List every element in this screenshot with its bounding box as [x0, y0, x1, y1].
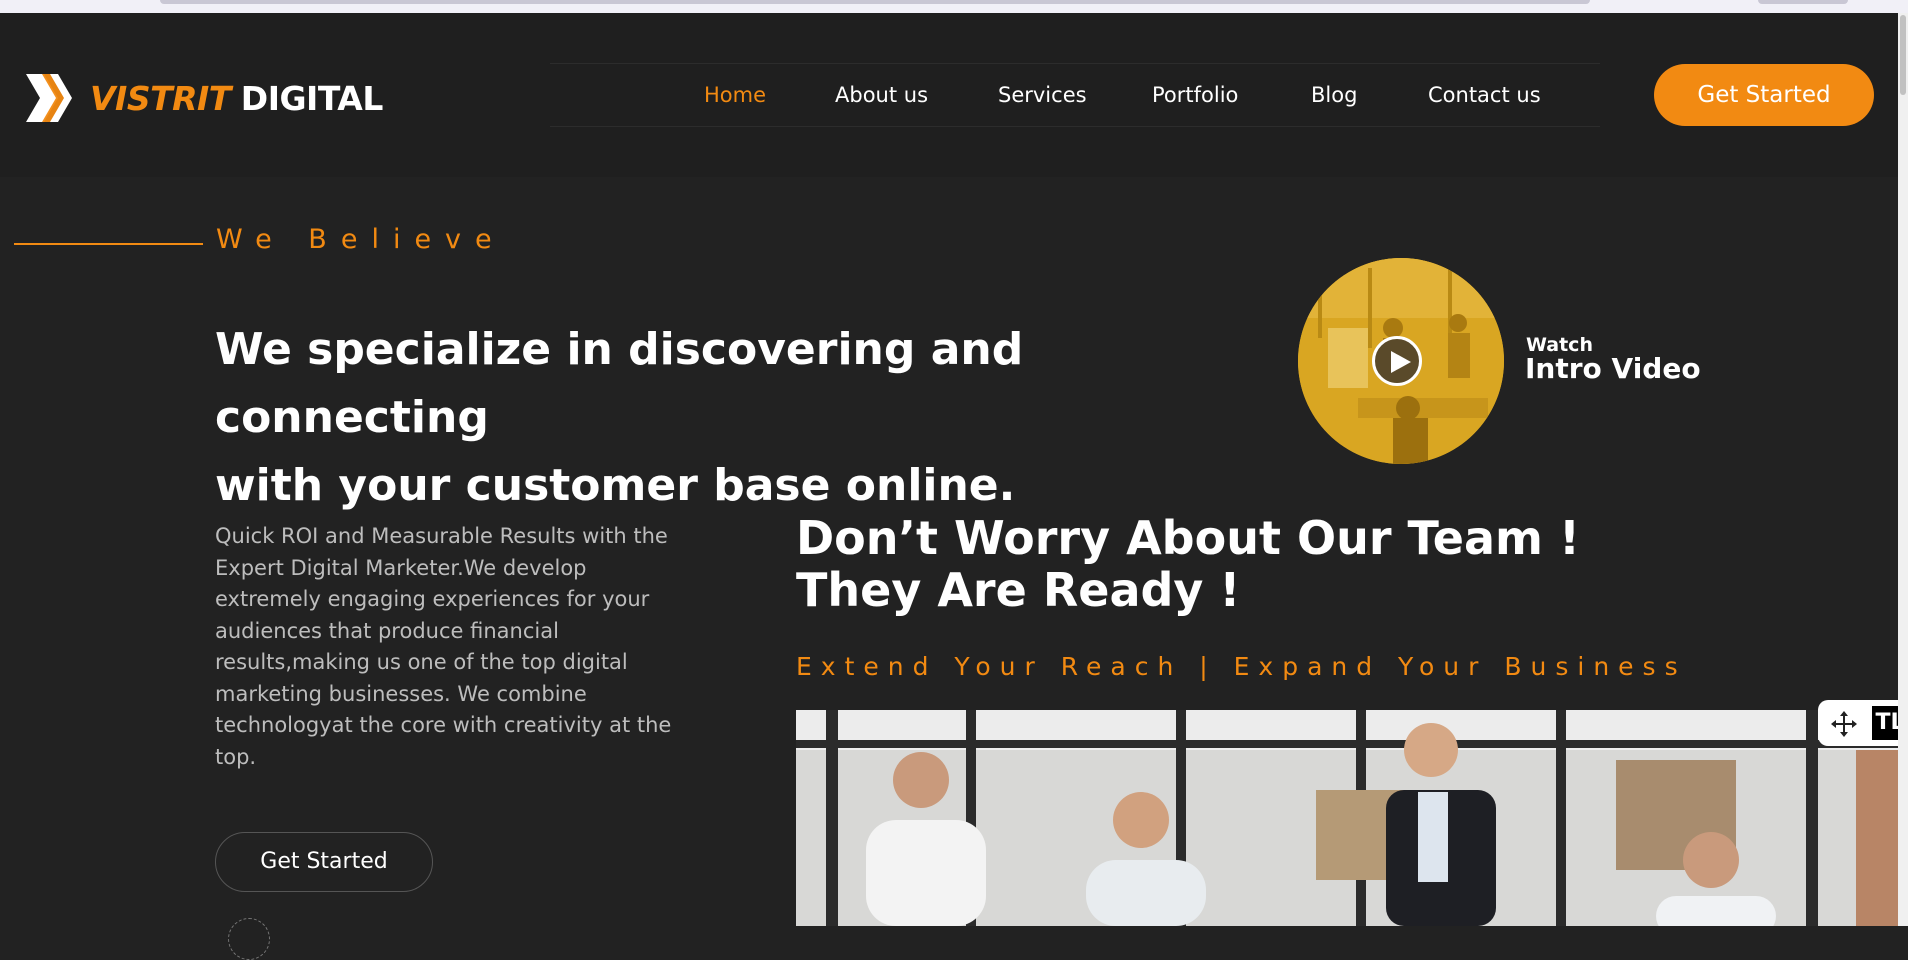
decorative-circle	[228, 918, 270, 960]
logo-chevron-icon	[26, 74, 72, 122]
nav-blog[interactable]: Blog	[1311, 64, 1357, 126]
tab-strip	[160, 0, 1590, 4]
main-nav: Home About us Services Portfolio Blog Co…	[550, 63, 1600, 127]
brand-word-2: DIGITAL	[240, 78, 384, 118]
team-heading-line-1: Don’t Worry About Our Team !	[796, 511, 1580, 565]
team-tagline: Extend Your Reach | Expand Your Business	[796, 652, 1687, 681]
video-title-label[interactable]: Intro Video	[1525, 352, 1701, 385]
body-get-started-button[interactable]: Get Started	[215, 832, 433, 892]
kicker-line	[14, 243, 203, 245]
hero-kicker: We Believe	[216, 224, 506, 255]
floating-control[interactable]: TL	[1818, 700, 1908, 746]
hero-headline-line-1: We specialize in discovering and connect…	[215, 324, 1024, 443]
team-heading-line-2: They Are Ready !	[796, 563, 1241, 617]
play-icon[interactable]	[1372, 336, 1422, 386]
team-photo	[796, 710, 1898, 926]
header-get-started-button[interactable]: Get Started	[1654, 64, 1874, 126]
hero-headline-line-2: with your customer base online.	[215, 460, 1016, 511]
brand-logo[interactable]: VISTRIT DIGITAL	[22, 63, 383, 133]
nav-home[interactable]: Home	[704, 64, 766, 126]
intro-video-thumbnail[interactable]	[1298, 258, 1504, 464]
page-scrollbar[interactable]	[1898, 13, 1908, 926]
intro-paragraph: Quick ROI and Measurable Results with th…	[215, 524, 672, 769]
brand-word-1: VISTRIT	[90, 78, 231, 118]
scrollbar-thumb[interactable]	[1900, 15, 1906, 95]
nav-services[interactable]: Services	[998, 64, 1087, 126]
site-header: VISTRIT DIGITAL Home About us Services P…	[0, 13, 1898, 177]
nav-about-us[interactable]: About us	[835, 64, 928, 126]
nav-contact-us[interactable]: Contact us	[1428, 64, 1541, 126]
nav-portfolio[interactable]: Portfolio	[1152, 64, 1238, 126]
move-icon[interactable]	[1830, 710, 1858, 738]
tab-strip-end	[1758, 0, 1848, 4]
hero-headline: We specialize in discovering and connect…	[215, 316, 1265, 520]
browser-top-strip	[0, 0, 1908, 13]
team-heading: Don’t Worry About Our Team ! They Are Re…	[796, 512, 1616, 616]
